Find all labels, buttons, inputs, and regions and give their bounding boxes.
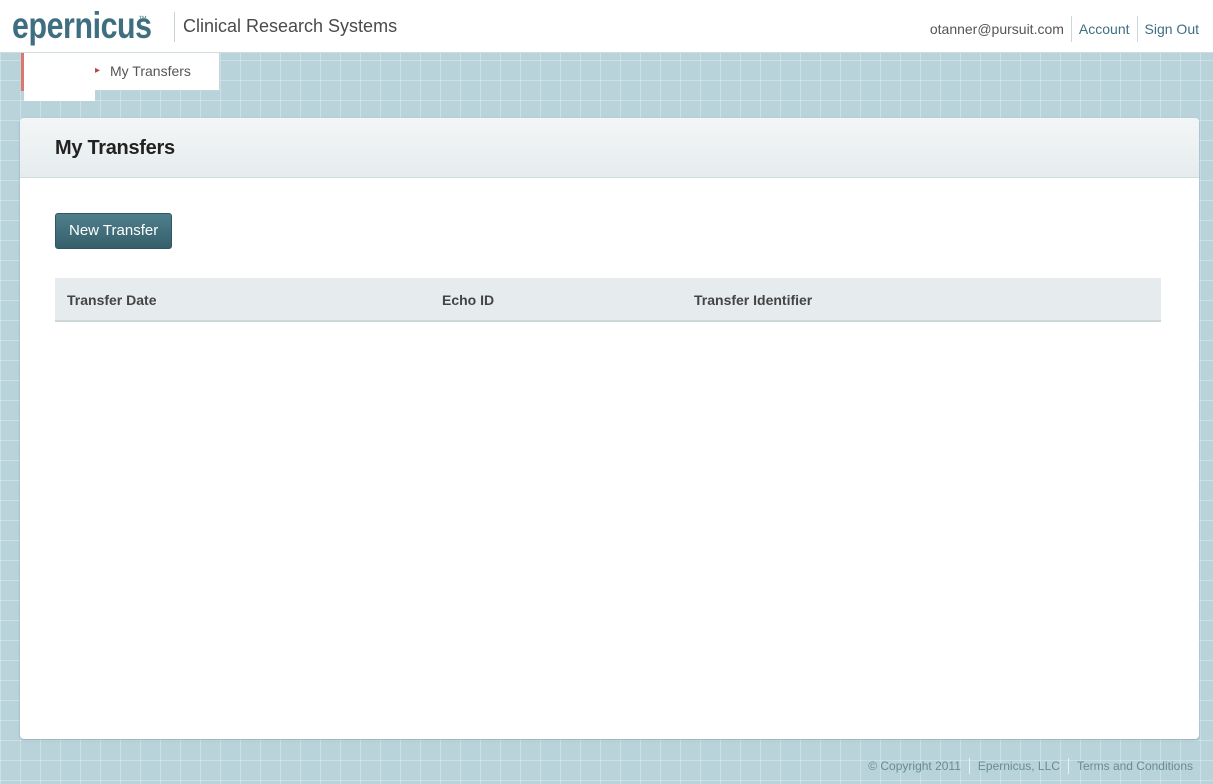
account-link[interactable]: Account bbox=[1079, 20, 1130, 38]
nav-divider bbox=[1136, 16, 1138, 42]
chevron-right-icon: ▸ bbox=[95, 65, 101, 76]
breadcrumb-current: My Transfers bbox=[110, 63, 191, 79]
nav-divider bbox=[1070, 16, 1072, 42]
app-name: Clinical Research Systems bbox=[183, 16, 398, 36]
sign-out-link[interactable]: Sign Out bbox=[1145, 20, 1199, 38]
breadcrumb-root-item[interactable] bbox=[24, 53, 95, 101]
column-header-echo-id[interactable]: Echo ID bbox=[442, 292, 494, 308]
main-panel: My Transfers New Transfer Transfer Date … bbox=[20, 118, 1199, 739]
user-nav: otanner@pursuit.com Account Sign Out bbox=[930, 16, 1199, 42]
breadcrumb: ▸ My Transfers bbox=[20, 53, 220, 101]
panel-header: My Transfers bbox=[20, 118, 1199, 178]
epernicus-logo[interactable]: epernicus bbox=[12, 4, 152, 48]
header-divider bbox=[174, 12, 175, 42]
footer-divider bbox=[1067, 758, 1069, 774]
footer-divider bbox=[968, 758, 970, 774]
company-link[interactable]: Epernicus, LLC bbox=[978, 759, 1060, 773]
terms-link[interactable]: Terms and Conditions bbox=[1077, 759, 1193, 773]
page-title: My Transfers bbox=[55, 137, 175, 159]
column-header-transfer-date[interactable]: Transfer Date bbox=[67, 292, 156, 308]
copyright-text: © Copyright 2011 bbox=[868, 759, 961, 773]
top-header: epernicus ™ Clinical Research Systems ot… bbox=[0, 0, 1213, 53]
transfers-table-header: Transfer Date Echo ID Transfer Identifie… bbox=[55, 278, 1161, 322]
user-email: otanner@pursuit.com bbox=[929, 21, 1064, 37]
new-transfer-button[interactable]: New Transfer bbox=[55, 213, 173, 249]
trademark-mark: ™ bbox=[138, 14, 147, 24]
footer: © Copyright 2011 Epernicus, LLC Terms an… bbox=[868, 758, 1193, 774]
column-header-transfer-identifier[interactable]: Transfer Identifier bbox=[694, 292, 812, 308]
